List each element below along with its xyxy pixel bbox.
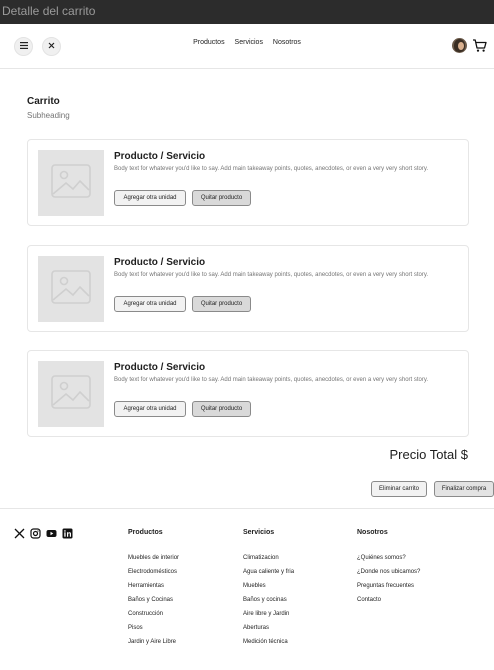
footer-link[interactable]: Electrodomésticos: [128, 567, 179, 581]
footer-link[interactable]: Jardin y Aire Libre: [128, 637, 179, 651]
product-description: Body text for whatever you'd like to say…: [114, 377, 429, 383]
footer-column-servicios: Servicios Climatizacion Agua caliente y …: [243, 529, 294, 651]
footer-heading: Productos: [128, 529, 163, 536]
footer-column-productos: Productos Muebles de interior Electrodom…: [128, 529, 179, 651]
add-unit-button[interactable]: Agregar otra unidad: [114, 190, 186, 206]
image-icon: [51, 163, 91, 203]
page-subheading: Subheading: [27, 111, 70, 120]
add-unit-button[interactable]: Agregar otra unidad: [114, 296, 186, 312]
remove-product-button[interactable]: Quitar producto: [192, 296, 251, 312]
youtube-icon[interactable]: [46, 528, 57, 539]
instagram-icon[interactable]: [30, 528, 41, 539]
footer-link[interactable]: Baños y cocinas: [243, 595, 294, 609]
site-header: Productos Servicios Nosotros: [0, 24, 494, 69]
main-nav: Productos Servicios Nosotros: [0, 39, 494, 46]
remove-product-button[interactable]: Quitar producto: [192, 190, 251, 206]
footer-link[interactable]: Construcción: [128, 609, 179, 623]
add-unit-button[interactable]: Agregar otra unidad: [114, 401, 186, 417]
remove-product-button[interactable]: Quitar producto: [192, 401, 251, 417]
page-title: Carrito: [27, 96, 60, 107]
footer-link[interactable]: Contacto: [357, 595, 420, 609]
nav-productos[interactable]: Productos: [193, 39, 225, 46]
cart-item-card: Producto / Servicio Body text for whatev…: [27, 139, 469, 226]
image-icon: [51, 269, 91, 309]
product-title: Producto / Servicio: [114, 257, 206, 268]
product-image-placeholder: [38, 361, 104, 427]
avatar[interactable]: [452, 38, 467, 53]
product-title: Producto / Servicio: [114, 151, 206, 162]
cart-item-card: Producto / Servicio Body text for whatev…: [27, 350, 469, 437]
cart-item-card: Producto / Servicio Body text for whatev…: [27, 245, 469, 332]
footer-link[interactable]: Herramientas: [128, 581, 179, 595]
footer-heading: Servicios: [243, 529, 275, 536]
product-image-placeholder: [38, 150, 104, 216]
footer-link[interactable]: Pisos: [128, 623, 179, 637]
total-price: Precio Total $: [389, 447, 468, 462]
footer-link[interactable]: Climatizacion: [243, 553, 294, 567]
delete-cart-button[interactable]: Eliminar carrito: [371, 481, 427, 497]
footer-link[interactable]: ¿Donde nos ubicamos?: [357, 567, 420, 581]
footer-link[interactable]: ¿Quiénes somos?: [357, 553, 420, 567]
footer-link[interactable]: Baños y Cocinas: [128, 595, 179, 609]
footer-link[interactable]: Medición técnica: [243, 637, 294, 651]
nav-nosotros[interactable]: Nosotros: [273, 39, 301, 46]
product-image-placeholder: [38, 256, 104, 322]
image-icon: [51, 374, 91, 414]
linkedin-icon[interactable]: [62, 528, 73, 539]
product-title: Producto / Servicio: [114, 362, 206, 373]
footer-link[interactable]: Muebles: [243, 581, 294, 595]
checkout-button[interactable]: Finalizar compra: [434, 481, 494, 497]
footer-heading: Nosotros: [357, 529, 388, 536]
footer-link[interactable]: Preguntas frecuentes: [357, 581, 420, 595]
window-title-bar: Detalle del carrito: [0, 0, 494, 24]
footer-link[interactable]: Muebles de interior: [128, 553, 179, 567]
nav-servicios[interactable]: Servicios: [235, 39, 263, 46]
product-description: Body text for whatever you'd like to say…: [114, 272, 429, 278]
site-footer: Productos Muebles de interior Electrodom…: [0, 508, 494, 670]
product-description: Body text for whatever you'd like to say…: [114, 166, 429, 172]
social-links: [14, 528, 73, 539]
footer-link[interactable]: Aberturas: [243, 623, 294, 637]
cart-icon[interactable]: [472, 38, 487, 53]
window-title: Detalle del carrito: [2, 4, 96, 18]
footer-column-nosotros: Nosotros ¿Quiénes somos? ¿Donde nos ubic…: [357, 529, 420, 609]
x-icon[interactable]: [14, 528, 25, 539]
footer-link[interactable]: Aire libre y Jardin: [243, 609, 294, 623]
footer-link[interactable]: Agua caliente y fria: [243, 567, 294, 581]
